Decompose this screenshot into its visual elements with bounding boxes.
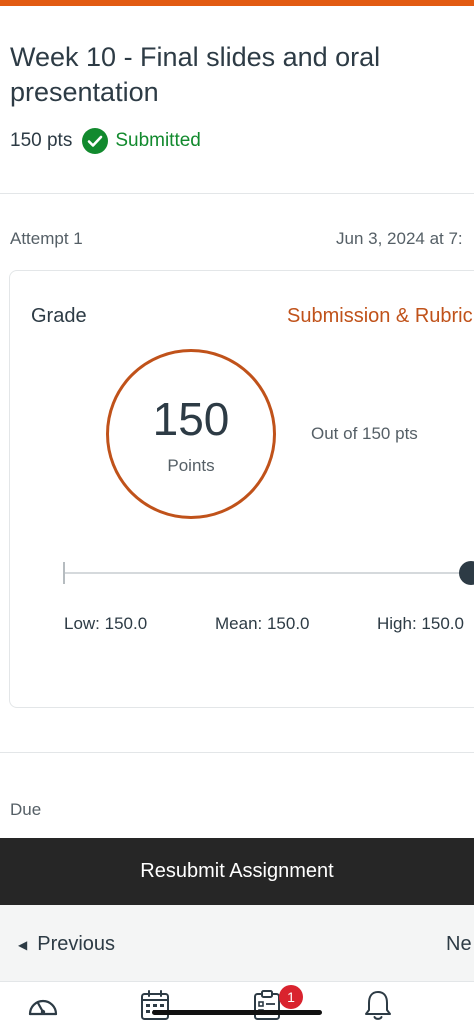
top-accent-bar	[0, 0, 474, 6]
next-button[interactable]: Ne	[446, 933, 472, 956]
divider	[0, 193, 474, 194]
submission-rubric-link[interactable]: Submission & Rubric	[287, 305, 473, 328]
stat-mean: Mean: 150.0	[215, 614, 310, 633]
stat-low: Low: 150.0	[64, 614, 148, 633]
score-range-track	[64, 572, 474, 574]
page-title: Week 10 - Final slides and oral presenta…	[10, 42, 381, 107]
score-value: 150	[152, 393, 230, 445]
notifications-icon[interactable]	[361, 988, 395, 1022]
status-badge: Submitted	[115, 130, 201, 151]
stat-high: High: 150.0	[377, 614, 464, 633]
attempt-date: Jun 3, 2024 at 7:	[336, 229, 463, 248]
points-label: 150 pts	[10, 130, 73, 151]
attempt-selector[interactable]: Attempt 1	[10, 229, 83, 249]
due-label: Due	[10, 800, 42, 819]
score-unit: Points	[167, 456, 215, 475]
divider	[0, 752, 474, 753]
out-of-label: Out of 150 pts	[311, 424, 418, 443]
tab-bar	[0, 981, 474, 1026]
previous-label: Previous	[37, 933, 116, 955]
previous-button[interactable]: ◀ Previous	[18, 933, 115, 956]
check-circle-icon	[82, 128, 109, 154]
todo-count-badge: 1	[279, 985, 303, 1009]
caret-left-icon: ◀	[18, 937, 28, 952]
grade-heading: Grade	[31, 305, 87, 327]
resubmit-button[interactable]: Resubmit Assignment	[0, 838, 474, 905]
score-range-start-tick	[63, 562, 65, 584]
home-indicator	[152, 1010, 322, 1015]
assignment-meta: 150 pts Submitted	[10, 127, 201, 155]
dashboard-icon[interactable]	[26, 988, 60, 1022]
calendar-icon[interactable]	[138, 988, 172, 1022]
